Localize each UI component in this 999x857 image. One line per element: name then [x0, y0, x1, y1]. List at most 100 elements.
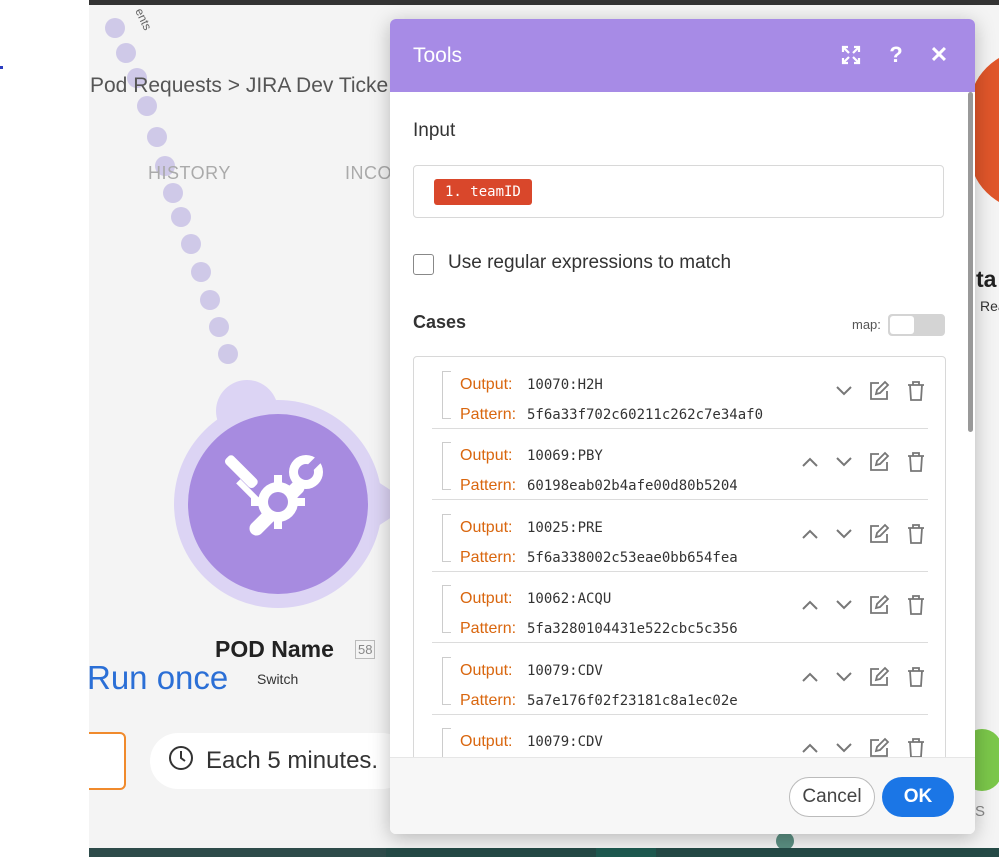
case-output-value[interactable]: 10025:PRE	[527, 520, 823, 536]
map-toggle-knob	[890, 316, 914, 334]
edit-icon[interactable]	[867, 593, 891, 617]
tools-icon	[218, 442, 338, 567]
chevron-down-icon[interactable]	[832, 665, 856, 689]
case-pattern-value[interactable]: 5f6a338002c53eae0bb654fea	[527, 550, 823, 566]
trash-icon[interactable]	[904, 736, 928, 757]
trash-icon[interactable]	[904, 665, 928, 689]
case-row: Output: 10070:H2H Pattern: 5f6a33f702c60…	[432, 357, 928, 429]
dialog-header: Tools ? ✕	[390, 19, 975, 92]
trash-icon[interactable]	[904, 522, 928, 546]
right-module-type: Rea	[980, 298, 999, 314]
map-toggle[interactable]	[888, 314, 945, 336]
case-pattern-value[interactable]: 5f6a33f702c60211c262c7e34af0	[527, 407, 823, 423]
right-module-name: ta	[976, 266, 997, 292]
case-output-key: Output:	[460, 590, 513, 607]
dialog-scrollbar[interactable]	[968, 92, 973, 432]
edit-icon[interactable]	[867, 450, 891, 474]
case-output-value[interactable]: 10069:PBY	[527, 448, 823, 464]
cases-list: Output: 10070:H2H Pattern: 5f6a33f702c60…	[413, 356, 946, 757]
connection-label: ents	[132, 6, 155, 33]
trash-icon[interactable]	[904, 379, 928, 403]
dialog-body[interactable]: Input 1. teamID Use regular expressions …	[390, 92, 975, 757]
switch-module[interactable]	[188, 414, 368, 594]
map-label: map:	[852, 317, 881, 332]
case-row: Output: 10079:CDV	[432, 714, 928, 757]
case-pattern-key: Pattern:	[460, 406, 517, 423]
edit-icon[interactable]	[867, 522, 891, 546]
chevron-up-icon[interactable]	[798, 593, 822, 617]
chevron-down-icon[interactable]	[832, 736, 856, 757]
case-row: Output: 10079:CDV Pattern: 5a7e176f02f23…	[432, 643, 928, 715]
chevron-up-icon[interactable]	[798, 450, 822, 474]
regex-checkbox-label[interactable]: Use regular expressions to match	[448, 252, 731, 274]
connection-dot	[181, 234, 201, 254]
input-label: Input	[413, 120, 456, 141]
case-output-value[interactable]: 10079:CDV	[527, 663, 823, 679]
case-output-key: Output:	[460, 519, 513, 536]
case-pattern-key: Pattern:	[460, 477, 517, 494]
regex-checkbox[interactable]	[413, 254, 434, 275]
case-row: Output: 10069:PBY Pattern: 60198eab02b4a…	[432, 428, 928, 500]
tab-incomplete[interactable]: INCO	[345, 163, 392, 184]
taskbar-segment	[89, 848, 386, 857]
trash-icon[interactable]	[904, 593, 928, 617]
connection-dot	[209, 317, 229, 337]
module-name[interactable]: POD Name	[215, 636, 334, 663]
module-type: Switch	[257, 671, 299, 687]
chevron-up-icon[interactable]	[798, 736, 822, 757]
schedule-label: Each 5 minutes.	[206, 747, 379, 774]
case-output-value[interactable]: 10062:ACQU	[527, 591, 823, 607]
schedule-pill[interactable]: Each 5 minutes.	[150, 733, 410, 789]
chevron-down-icon[interactable]	[832, 593, 856, 617]
taskbar-segment	[596, 848, 656, 857]
drag-handle[interactable]	[442, 657, 451, 705]
case-pattern-key: Pattern:	[460, 692, 517, 709]
case-row: Output: 10025:PRE Pattern: 5f6a338002c53…	[432, 500, 928, 572]
drag-handle[interactable]	[442, 371, 451, 419]
case-row: Output: 10062:ACQU Pattern: 5fa328010443…	[432, 571, 928, 643]
case-output-key: Output:	[460, 447, 513, 464]
chevron-down-icon[interactable]	[832, 522, 856, 546]
expand-icon[interactable]	[837, 41, 865, 69]
chevron-up-icon[interactable]	[798, 522, 822, 546]
canvas-top-bar	[89, 0, 999, 5]
connection-dot	[116, 43, 136, 63]
cancel-button[interactable]: Cancel	[789, 777, 875, 817]
tab-history[interactable]: HISTORY	[148, 163, 231, 184]
case-output-key: Output:	[460, 662, 513, 679]
drag-handle[interactable]	[442, 585, 451, 633]
case-pattern-value[interactable]: 60198eab02b4afe00d80b5204	[527, 478, 823, 494]
run-toggle-box[interactable]	[89, 732, 126, 790]
chevron-down-icon[interactable]	[832, 379, 856, 403]
help-icon[interactable]: ?	[882, 41, 910, 69]
edit-icon[interactable]	[867, 736, 891, 757]
connection-dot	[105, 18, 125, 38]
close-icon[interactable]: ✕	[925, 41, 953, 69]
chevron-up-icon[interactable]	[798, 665, 822, 689]
cases-label: Cases	[413, 312, 467, 332]
drag-handle[interactable]	[442, 514, 451, 562]
breadcrumb[interactable]: Pod Requests > JIRA Dev Ticke	[90, 74, 388, 98]
ok-button[interactable]: OK	[882, 777, 954, 817]
trash-icon[interactable]	[904, 450, 928, 474]
case-pattern-value[interactable]: 5a7e176f02f23181c8a1ec02e	[527, 693, 823, 709]
chevron-down-icon[interactable]	[832, 450, 856, 474]
module-id-badge: 58	[355, 640, 376, 659]
case-output-value[interactable]: 10070:H2H	[527, 377, 823, 393]
connection-dot	[147, 127, 167, 147]
edit-icon[interactable]	[867, 379, 891, 403]
connection-dot	[191, 262, 211, 282]
connection-dot	[200, 290, 220, 310]
run-once-button[interactable]: Run once	[89, 659, 228, 697]
drag-handle[interactable]	[442, 728, 451, 757]
case-pattern-key: Pattern:	[460, 620, 517, 637]
case-output-value[interactable]: 10079:CDV	[527, 734, 823, 750]
case-pattern-value[interactable]: 5fa3280104431e522cbc5c356	[527, 621, 823, 637]
right-bottom-label: S	[975, 803, 986, 820]
taskbar-strip	[89, 848, 999, 857]
drag-handle[interactable]	[442, 442, 451, 490]
edit-icon[interactable]	[867, 665, 891, 689]
input-field[interactable]: 1. teamID	[413, 165, 944, 218]
case-pattern-key: Pattern:	[460, 549, 517, 566]
mapped-value-pill[interactable]: 1. teamID	[434, 179, 532, 205]
